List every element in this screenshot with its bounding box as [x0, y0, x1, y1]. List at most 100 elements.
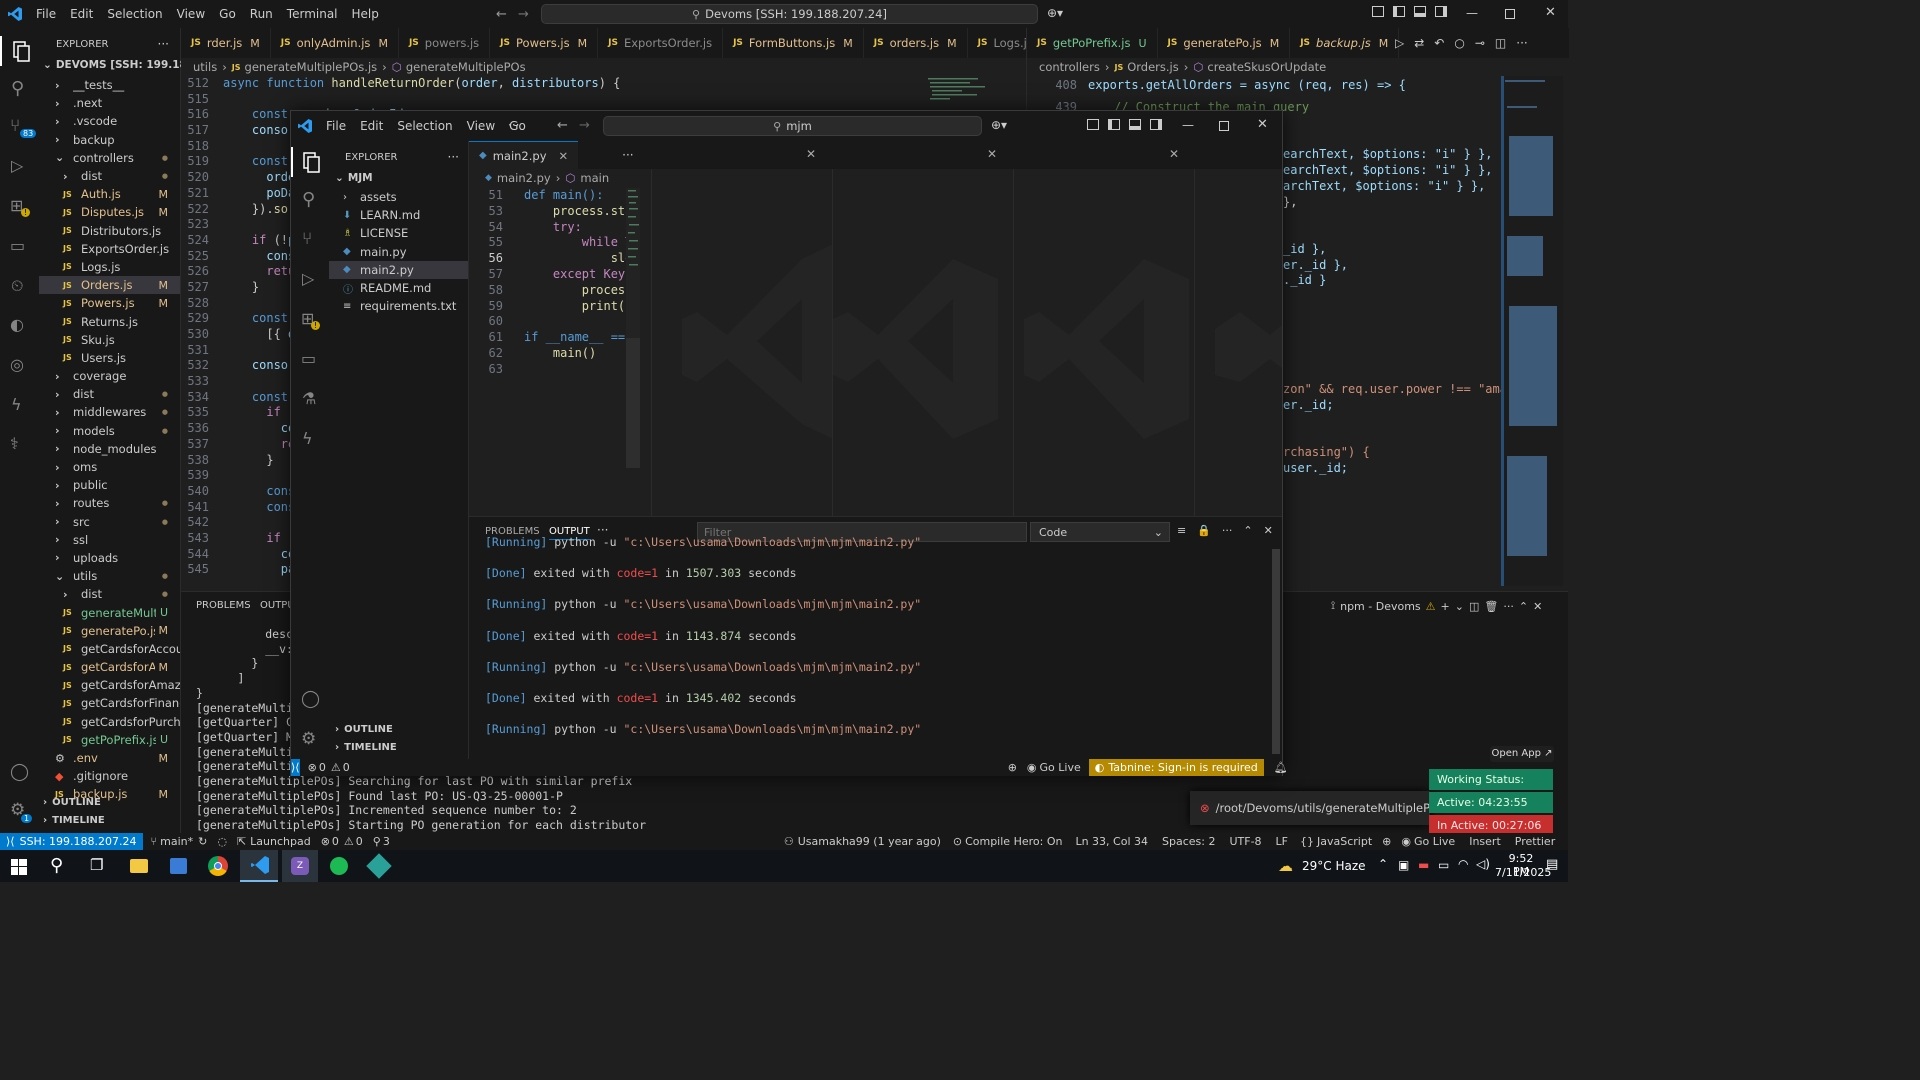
- windows-start-icon[interactable]: [11, 859, 27, 875]
- weather-text[interactable]: 29°C Haze: [1302, 859, 1366, 873]
- error-count[interactable]: 0: [332, 835, 339, 848]
- tree-item[interactable]: JS getCardsforAmazon.js: [39, 676, 180, 694]
- empty-editor-group-3[interactable]: [1013, 169, 1194, 516]
- sync-icon[interactable]: ↻: [198, 835, 207, 848]
- source-control-icon[interactable]: ⑂: [10, 116, 20, 136]
- menu-item-terminal[interactable]: Terminal: [280, 7, 345, 21]
- vscode-taskbar-icon[interactable]: [240, 850, 278, 882]
- volume-icon[interactable]: ◁): [1476, 857, 1490, 871]
- toggle-primary-sidebar-icon[interactable]: [1108, 119, 1120, 130]
- notifications-bell-icon[interactable]: 🔔︎: [1274, 761, 1288, 774]
- file-explorer-icon[interactable]: [130, 859, 148, 873]
- outline-section[interactable]: › OUTLINE: [43, 797, 101, 808]
- search-activity-icon[interactable]: ⚲: [302, 189, 315, 210]
- gitlens-icon[interactable]: ◐: [10, 315, 24, 334]
- app-icon-green[interactable]: [330, 857, 348, 875]
- tree-item[interactable]: › routes ●: [39, 494, 180, 512]
- menu-more-icon[interactable]: ···: [508, 118, 519, 132]
- timeline-icon[interactable]: ⏲: [11, 276, 23, 296]
- copilot-status-icon[interactable]: ⊕: [1008, 761, 1017, 774]
- tray-chevron-icon[interactable]: ⌃: [1378, 857, 1388, 871]
- tree-item[interactable]: ◆ main.py: [329, 243, 468, 261]
- menu-item-selection[interactable]: Selection: [390, 119, 459, 133]
- tree-item[interactable]: › models ●: [39, 422, 180, 440]
- zoom-taskbar-icon[interactable]: Z: [282, 850, 318, 882]
- tabnine-status[interactable]: ◐ Tabnine: Sign-in is required: [1088, 759, 1264, 776]
- tree-item[interactable]: JS Sku.js: [39, 331, 180, 349]
- editor-tab[interactable]: JS Logs.js: [968, 28, 1026, 58]
- golive-label[interactable]: Go Live: [1414, 835, 1455, 848]
- tree-item[interactable]: JS Powers.js M: [39, 294, 180, 312]
- editor-tab[interactable]: JS getPoPrefix.js U: [1027, 28, 1158, 58]
- branch-label[interactable]: main*: [160, 835, 193, 848]
- launchpad-label[interactable]: Launchpad: [250, 835, 311, 848]
- tab-main2[interactable]: ◆ main2.py ✕: [469, 141, 579, 169]
- remote-explorer-icon[interactable]: ▭: [301, 349, 316, 368]
- tree-item[interactable]: › __tests__: [39, 76, 180, 94]
- tree-item[interactable]: › public: [39, 476, 180, 494]
- manage-gear-icon[interactable]: ⚙: [301, 729, 316, 749]
- breadcrumb-file[interactable]: main2.py: [497, 171, 551, 185]
- prettier-label[interactable]: Prettier: [1515, 835, 1555, 848]
- wifi-icon[interactable]: ◠: [1458, 857, 1468, 871]
- breadcrumb-symbol[interactable]: main: [580, 171, 609, 185]
- run-debug-icon[interactable]: ▷: [11, 156, 23, 175]
- dot-icon[interactable]: ○: [1454, 36, 1464, 50]
- tree-item[interactable]: ♗ LICENSE: [329, 224, 468, 242]
- indentation[interactable]: Spaces: 2: [1162, 835, 1215, 848]
- accounts-icon[interactable]: ◯: [301, 689, 320, 709]
- menu-item-file[interactable]: File: [29, 7, 63, 21]
- breadcrumb-item[interactable]: generateMultiplePOs: [406, 60, 526, 74]
- close-icon[interactable]: ✕: [1545, 5, 1556, 20]
- tree-item[interactable]: JS ExportsOrder.js: [39, 240, 180, 258]
- tree-item[interactable]: › dist ●: [39, 167, 180, 185]
- source-control-icon[interactable]: ⑂: [302, 229, 312, 249]
- breadcrumb-item[interactable]: controllers: [1039, 60, 1100, 74]
- restore-icon[interactable]: [1505, 9, 1515, 19]
- toggle-secondary-sidebar-icon[interactable]: [1435, 6, 1447, 17]
- accounts-icon[interactable]: ◯: [10, 762, 29, 782]
- editor-tab[interactable]: JS powers.js: [399, 28, 491, 58]
- terminal-selector[interactable]: ⟟ npm - Devoms ⚠ + ⌄ ◫ 🗑 ··· ⌃ ✕: [1331, 599, 1542, 613]
- more-icon[interactable]: ···: [1503, 600, 1514, 613]
- tree-item[interactable]: ⬇ LEARN.md: [329, 206, 468, 224]
- language-mode[interactable]: JavaScript: [1317, 835, 1372, 848]
- notification-center-icon[interactable]: ▤: [1546, 857, 1558, 872]
- timeline-section[interactable]: › TIMELINE: [43, 815, 105, 826]
- toggle-panel-icon[interactable]: [1414, 6, 1426, 17]
- menu-item-help[interactable]: Help: [345, 7, 386, 21]
- chevron-down-icon[interactable]: ⌄: [1455, 600, 1464, 613]
- empty-editor-group-1[interactable]: [651, 169, 832, 516]
- tree-item[interactable]: › src ●: [39, 513, 180, 531]
- menu-item-view[interactable]: View: [170, 7, 212, 21]
- explorer-more-icon[interactable]: ···: [158, 37, 169, 51]
- next-change-icon[interactable]: ⊸: [1475, 36, 1485, 50]
- clock-date[interactable]: 7/11/2025: [1495, 866, 1551, 879]
- tree-item[interactable]: JS getCardsforFinance.js: [39, 694, 180, 712]
- outline-section[interactable]: › OUTLINE: [335, 724, 393, 735]
- forward-arrow-icon[interactable]: →: [579, 118, 590, 133]
- chrome-icon[interactable]: [208, 856, 228, 876]
- toggle-secondary-sidebar-icon[interactable]: [1150, 119, 1162, 130]
- second-search-box[interactable]: ⚲ mjm: [603, 116, 982, 136]
- group-close-icon[interactable]: ✕: [1169, 147, 1179, 161]
- breadcrumb-item[interactable]: Orders.js: [1127, 60, 1179, 74]
- breadcrumb-item[interactable]: utils: [193, 60, 217, 74]
- golive-label[interactable]: Go Live: [1040, 761, 1081, 774]
- layout-customize-icon[interactable]: [1087, 119, 1099, 130]
- tree-item[interactable]: › backup: [39, 131, 180, 149]
- tree-item[interactable]: JS Logs.js: [39, 258, 180, 276]
- explorer-root[interactable]: ⌄ MJM: [335, 172, 373, 184]
- app-icon-teal[interactable]: [366, 853, 392, 879]
- encoding[interactable]: UTF-8: [1229, 835, 1261, 848]
- tree-item[interactable]: ◆ .gitignore: [39, 767, 180, 785]
- explorer-icon[interactable]: [0, 36, 39, 66]
- tree-item[interactable]: › middlewares ●: [39, 403, 180, 421]
- run-debug-icon[interactable]: ▷: [302, 269, 314, 288]
- timeline-section[interactable]: › TIMELINE: [335, 742, 397, 753]
- group-close-icon[interactable]: ✕: [806, 147, 816, 161]
- tree-item[interactable]: JS Disputes.js M: [39, 203, 180, 221]
- tree-item[interactable]: JS Distributors.js: [39, 222, 180, 240]
- tree-item[interactable]: JS getCardsforAccount.js: [39, 640, 180, 658]
- copilot-status-icon[interactable]: ⊕: [1382, 835, 1391, 848]
